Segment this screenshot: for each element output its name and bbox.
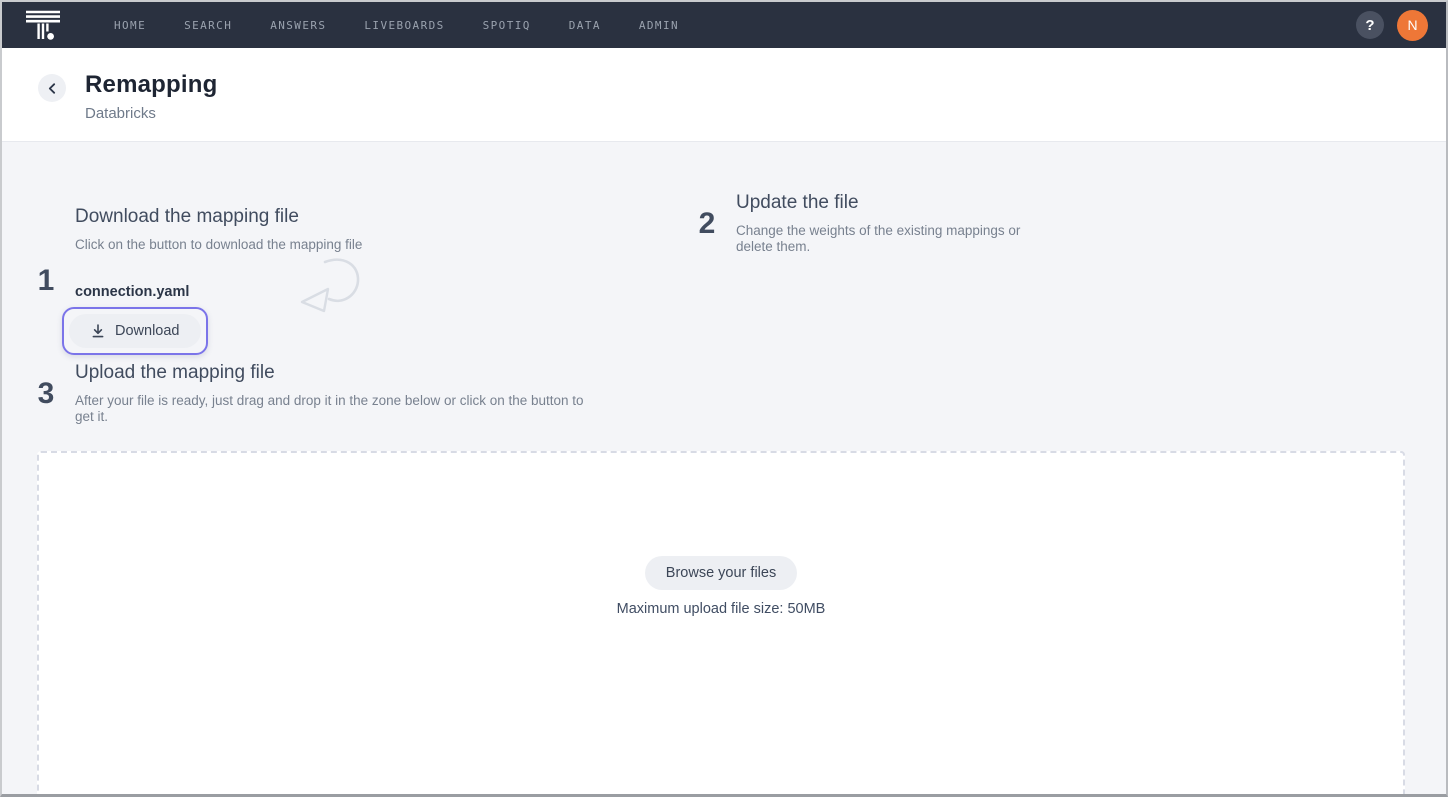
max-file-size-text: Maximum upload file size: 50MB <box>617 601 826 617</box>
step-3-content: Upload the mapping file After your file … <box>75 362 590 426</box>
download-button[interactable]: Download <box>69 314 201 348</box>
step-2-title: Update the file <box>736 192 1036 214</box>
step-number-2: 2 <box>696 207 718 241</box>
nav-item-search[interactable]: SEARCH <box>184 19 232 32</box>
nav-item-liveboards[interactable]: LIVEBOARDS <box>364 19 444 32</box>
title-block: Remapping Databricks <box>85 71 217 122</box>
nav-right-actions: ? N <box>1356 10 1428 41</box>
nav-item-home[interactable]: HOME <box>114 19 146 32</box>
nav-menu: HOME SEARCH ANSWERS LIVEBOARDS SPOTIQ DA… <box>114 19 679 32</box>
top-nav: HOME SEARCH ANSWERS LIVEBOARDS SPOTIQ DA… <box>2 2 1446 48</box>
user-avatar[interactable]: N <box>1397 10 1428 41</box>
step-3-title: Upload the mapping file <box>75 362 590 384</box>
download-button-label: Download <box>115 323 180 339</box>
thoughtspot-logo-icon[interactable] <box>26 9 60 41</box>
nav-item-data[interactable]: DATA <box>569 19 601 32</box>
step-2-description: Change the weights of the existing mappi… <box>736 223 1036 256</box>
download-icon <box>90 323 106 339</box>
curved-arrow-doodle-icon <box>295 253 367 317</box>
page-title: Remapping <box>85 71 217 99</box>
step-2-content: Update the file Change the weights of th… <box>736 192 1036 256</box>
nav-item-spotiq[interactable]: SPOTIQ <box>483 19 531 32</box>
help-button[interactable]: ? <box>1356 11 1384 39</box>
nav-item-answers[interactable]: ANSWERS <box>270 19 326 32</box>
step-3-description: After your file is ready, just drag and … <box>75 393 590 426</box>
step-number-3: 3 <box>35 377 57 411</box>
browse-files-label: Browse your files <box>666 565 776 581</box>
chevron-left-icon <box>46 82 59 95</box>
download-button-focus-ring: Download <box>62 307 208 355</box>
main-content: 1 Download the mapping file Click on the… <box>2 143 1446 794</box>
nav-item-admin[interactable]: ADMIN <box>639 19 679 32</box>
step-upload: 3 Upload the mapping file After your fil… <box>35 362 590 426</box>
back-button[interactable] <box>38 74 66 102</box>
page-header: Remapping Databricks <box>2 48 1446 142</box>
step-number-1: 1 <box>35 264 57 298</box>
step-1-title: Download the mapping file <box>75 206 362 228</box>
upload-dropzone[interactable]: Browse your files Maximum upload file si… <box>37 451 1405 797</box>
step-update: 2 Update the file Change the weights of … <box>696 192 1036 256</box>
browse-files-button[interactable]: Browse your files <box>645 556 797 590</box>
page-subtitle: Databricks <box>85 105 217 122</box>
step-1-description: Click on the button to download the mapp… <box>75 237 362 253</box>
app-window: HOME SEARCH ANSWERS LIVEBOARDS SPOTIQ DA… <box>0 0 1448 797</box>
